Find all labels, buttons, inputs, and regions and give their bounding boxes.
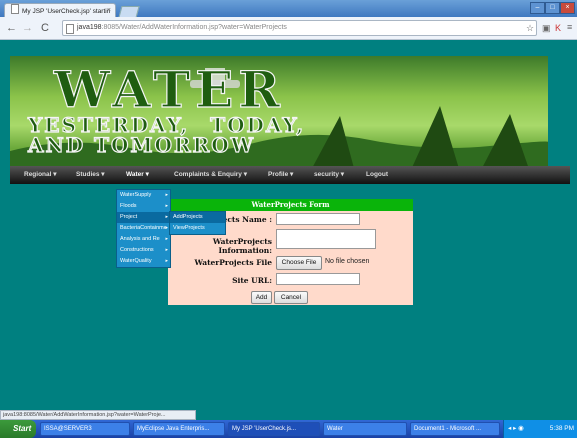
menu-item-watersupply[interactable]: WaterSupply ▸ (117, 190, 170, 201)
no-file-text: No file chosen (325, 258, 370, 265)
submenu-item-viewprojects[interactable]: ViewProjects (170, 223, 225, 234)
nav-security[interactable]: security ▾ (314, 166, 344, 184)
url-host: java198 (77, 24, 102, 31)
nav-profile[interactable]: Profile ▾ (268, 166, 293, 184)
taskbar-item[interactable]: Water (323, 422, 407, 436)
info-textarea[interactable] (276, 229, 376, 249)
info-label: WaterProjects Information: (212, 237, 272, 255)
extension-icon[interactable]: K (555, 23, 561, 33)
taskbar-item[interactable]: Document1 - Microsoft ... (410, 422, 500, 436)
project-submenu: AddProjects ViewProjects (169, 211, 226, 235)
banner-subtitle-line2: AND TOMORROW (27, 132, 256, 157)
nav-regional[interactable]: Regional ▾ (24, 166, 57, 184)
tray-icon[interactable]: ◂ ▸ ◉ (508, 425, 524, 432)
submenu-item-addprojects[interactable]: AddProjects (170, 212, 225, 223)
forward-icon[interactable]: → (22, 20, 33, 36)
reload-icon[interactable]: C (41, 20, 49, 36)
nav-complaints[interactable]: Complaints & Enquiry ▾ (174, 166, 247, 184)
file-label: WaterProjects File (194, 258, 272, 267)
name-input[interactable] (276, 213, 360, 225)
banner-title: WATER (53, 59, 285, 119)
extension-icon[interactable]: ▣ (542, 23, 551, 34)
status-bar: java198:8085/Water/AddWaterInformation.j… (0, 410, 196, 420)
address-bar[interactable]: java198:8085/Water/AddWaterInformation.j… (62, 20, 537, 36)
site-url-label: Site URL: (232, 276, 272, 285)
url-path: :8085/Water/AddWaterInformation.jsp?wate… (101, 24, 287, 31)
menu-icon[interactable]: ≡ (567, 22, 572, 32)
close-window-button[interactable]: × (560, 2, 575, 14)
close-tab-icon[interactable]: × (107, 4, 111, 18)
nav-water[interactable]: Water ▾ (126, 166, 149, 184)
menu-item-bacteria[interactable]: BacteriaContainme ▸ (117, 223, 170, 234)
clock: 5:38 PM (549, 425, 574, 432)
page-icon (66, 24, 74, 34)
taskbar-item[interactable]: MyEclipse Java Enterpris... (133, 422, 225, 436)
system-tray: ◂ ▸ ◉ 5:38 PM (503, 420, 577, 438)
choose-file-button[interactable]: Choose File (276, 256, 322, 270)
menu-item-analysis[interactable]: Analysis and Re ▸ (117, 234, 170, 245)
nav-studies[interactable]: Studies ▾ (76, 166, 105, 184)
taskbar-item[interactable]: ISSA@SERVER3 (40, 422, 130, 436)
back-icon[interactable]: ← (6, 20, 17, 36)
maximize-button[interactable]: □ (545, 2, 560, 14)
menu-item-waterquality[interactable]: WaterQuality ▸ (117, 256, 170, 267)
water-dropdown: WaterSupply ▸ Floods ▸ Project ▸ BacteriaCo… (116, 189, 171, 268)
main-navbar: Regional ▾ Studies ▾ Water ▾ Complaints … (10, 166, 570, 184)
browser-tab[interactable]: My JSP 'UserCheck.jsp' startin × (4, 3, 116, 17)
menu-item-constructions[interactable]: Constructions ▸ (117, 245, 170, 256)
nav-logout[interactable]: Logout (366, 166, 388, 184)
taskbar-item[interactable]: My JSP 'UserCheck.js... (228, 422, 320, 436)
form-heading: WaterProjects Form (168, 199, 413, 211)
menu-item-project[interactable]: Project ▸ (117, 212, 170, 223)
site-url-input[interactable] (276, 273, 360, 285)
cancel-button[interactable]: Cancel (274, 291, 308, 304)
banner-image: WATER YESTERDAY, TODAY, AND TOMORROW (10, 56, 548, 172)
page-icon (11, 4, 19, 14)
tab-title: My JSP 'UserCheck.jsp' startin (22, 8, 111, 15)
star-icon[interactable]: ☆ (526, 23, 534, 34)
menu-item-floods[interactable]: Floods ▸ (117, 201, 170, 212)
add-button[interactable]: Add (251, 291, 272, 304)
start-button[interactable]: Start (0, 420, 36, 438)
minimize-button[interactable]: – (530, 2, 545, 14)
